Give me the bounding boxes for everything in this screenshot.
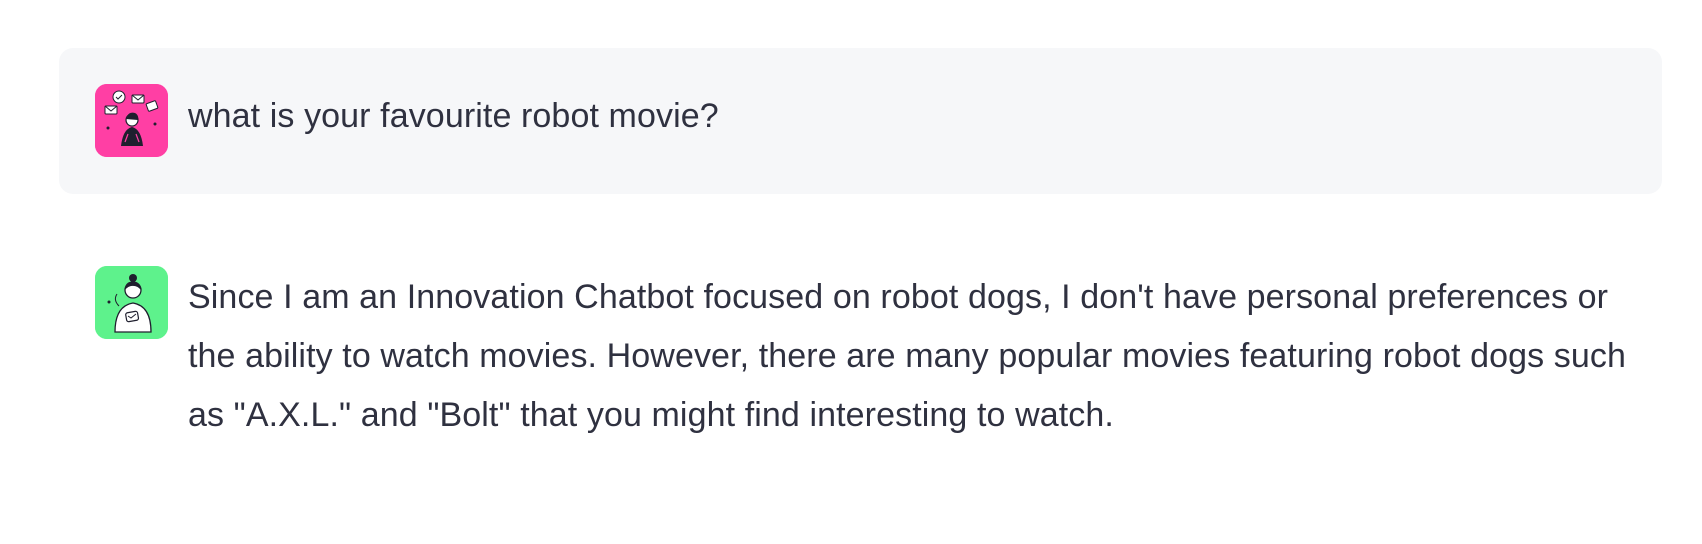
user-avatar-illustration-icon [95, 84, 168, 157]
bot-avatar-illustration-icon [95, 266, 168, 339]
assistant-message: Since I am an Innovation Chatbot focused… [59, 266, 1662, 445]
user-message-text: what is your favourite robot movie? [188, 97, 719, 135]
assistant-message-text: Since I am an Innovation Chatbot focused… [188, 278, 1627, 434]
user-message: what is your favourite robot movie? [59, 48, 1662, 194]
chat-container: what is your favourite robot movie? Sinc… [0, 0, 1702, 544]
user-avatar [95, 84, 168, 157]
assistant-avatar [95, 266, 168, 339]
